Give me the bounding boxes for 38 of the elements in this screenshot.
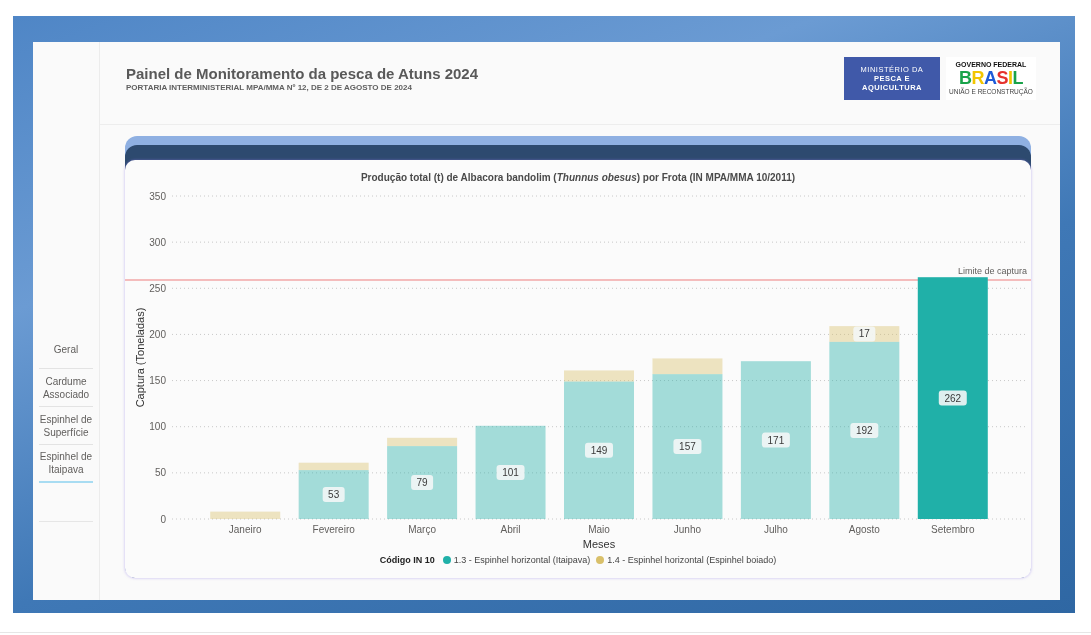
- nav-item[interactable]: Geral: [39, 331, 93, 369]
- page-subtitle: PORTARIA INTERMINISTERIAL MPA/MMA Nº 12, DE 2 DE AGOSTO DE 2024: [126, 83, 413, 93]
- category-label: Maio: [588, 523, 610, 535]
- data-label: 101: [496, 464, 525, 480]
- axis-tick-label: 0: [160, 513, 166, 525]
- page-title: Painel de Monitoramento da pesca de Atuns 2024: [126, 65, 479, 83]
- legend-title: Código IN 10: [379, 554, 435, 566]
- x-axis-title: Meses: [582, 538, 616, 550]
- chart-title: Produção total (t) de Albacora bandolim (Thunnus obesus) por Frota (IN MPA/MMA 10/2011): [360, 171, 796, 184]
- category-label: Setembro: [931, 523, 975, 535]
- axis-tick-label: 100: [149, 421, 166, 433]
- data-label: 149: [585, 442, 613, 458]
- nav-item[interactable]: Cardume Associado: [39, 369, 93, 407]
- category-label: Agosto: [848, 523, 880, 535]
- y-axis-title: Captura (Toneladas): [134, 307, 146, 408]
- category-label: Fevereiro: [312, 523, 355, 535]
- data-label: 79: [411, 475, 434, 491]
- category-label: Janeiro: [228, 523, 262, 535]
- axis-tick-label: 50: [154, 467, 166, 479]
- data-label: 171: [761, 432, 790, 448]
- axis-tick-label: 200: [149, 328, 166, 340]
- nav-item[interactable]: Espinhel de Itaipava: [39, 445, 93, 483]
- axis-tick-label: 350: [149, 190, 166, 202]
- legend-label: 1.3 - Espinhel horizontal (Itaipava): [453, 554, 591, 566]
- data-label: 17: [853, 326, 876, 342]
- limit-label: Limite de captura: [957, 266, 1027, 276]
- data-label: 157: [673, 439, 702, 455]
- category-label: Junho: [673, 523, 702, 535]
- axis-tick-label: 300: [149, 236, 166, 248]
- axis-tick-label: 150: [149, 375, 166, 387]
- category-label: Julho: [763, 523, 788, 535]
- legend-label: 1.4 - Espinhel horizontal (Espinhel boiado): [607, 554, 777, 566]
- data-label: 192: [850, 422, 879, 438]
- data-label: 53: [322, 487, 345, 503]
- nav-item[interactable]: Espinhel de Superfície: [39, 407, 93, 445]
- axis-tick-label: 250: [149, 282, 166, 294]
- category-label: Março: [408, 523, 436, 535]
- category-label: Abril: [500, 523, 521, 535]
